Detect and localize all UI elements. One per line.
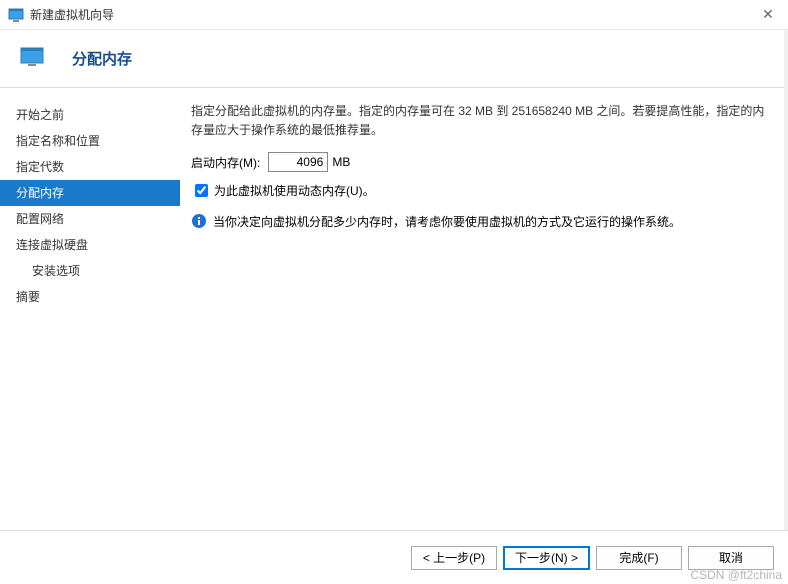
wizard-steps-sidebar: 开始之前指定名称和位置指定代数分配内存配置网络连接虚拟硬盘安装选项摘要 [0, 88, 180, 528]
scrollbar[interactable] [784, 30, 788, 530]
sidebar-step-5[interactable]: 连接虚拟硬盘 [0, 232, 180, 258]
sidebar-step-1[interactable]: 指定名称和位置 [0, 128, 180, 154]
startup-memory-row: 启动内存(M): MB [191, 152, 768, 172]
close-icon[interactable]: ✕ [760, 6, 776, 22]
page-title: 分配内存 [72, 48, 132, 69]
description-text: 指定分配给此虚拟机的内存量。指定的内存量可在 32 MB 到 251658240… [191, 102, 768, 140]
sidebar-step-7[interactable]: 摘要 [0, 284, 180, 310]
wizard-header: 分配内存 [0, 30, 788, 88]
content-area: 开始之前指定名称和位置指定代数分配内存配置网络连接虚拟硬盘安装选项摘要 指定分配… [0, 88, 788, 528]
sidebar-step-0[interactable]: 开始之前 [0, 102, 180, 128]
dynamic-memory-row[interactable]: 为此虚拟机使用动态内存(U)。 [191, 182, 768, 199]
sidebar-step-4[interactable]: 配置网络 [0, 206, 180, 232]
main-panel: 指定分配给此虚拟机的内存量。指定的内存量可在 32 MB 到 251658240… [180, 88, 788, 528]
startup-memory-input[interactable] [268, 152, 328, 172]
sidebar-step-3[interactable]: 分配内存 [0, 180, 180, 206]
app-icon [8, 7, 24, 23]
info-icon [191, 213, 207, 229]
dynamic-memory-label[interactable]: 为此虚拟机使用动态内存(U)。 [214, 182, 375, 199]
window-title: 新建虚拟机向导 [30, 6, 114, 23]
previous-button[interactable]: < 上一步(P) [411, 546, 497, 570]
info-row: 当你决定向虚拟机分配多少内存时，请考虑你要使用虚拟机的方式及它运行的操作系统。 [191, 213, 768, 231]
titlebar: 新建虚拟机向导 ✕ [0, 0, 788, 30]
sidebar-step-2[interactable]: 指定代数 [0, 154, 180, 180]
sidebar-step-6[interactable]: 安装选项 [0, 258, 180, 284]
finish-button[interactable]: 完成(F) [596, 546, 682, 570]
wizard-icon [20, 47, 44, 71]
startup-memory-label: 启动内存(M): [191, 154, 260, 171]
dynamic-memory-checkbox[interactable] [195, 184, 208, 197]
cancel-button[interactable]: 取消 [688, 546, 774, 570]
info-text: 当你决定向虚拟机分配多少内存时，请考虑你要使用虚拟机的方式及它运行的操作系统。 [213, 213, 681, 231]
memory-unit-label: MB [332, 155, 350, 169]
wizard-footer: < 上一步(P) 下一步(N) > 完成(F) 取消 [0, 530, 788, 584]
next-button[interactable]: 下一步(N) > [503, 546, 590, 570]
